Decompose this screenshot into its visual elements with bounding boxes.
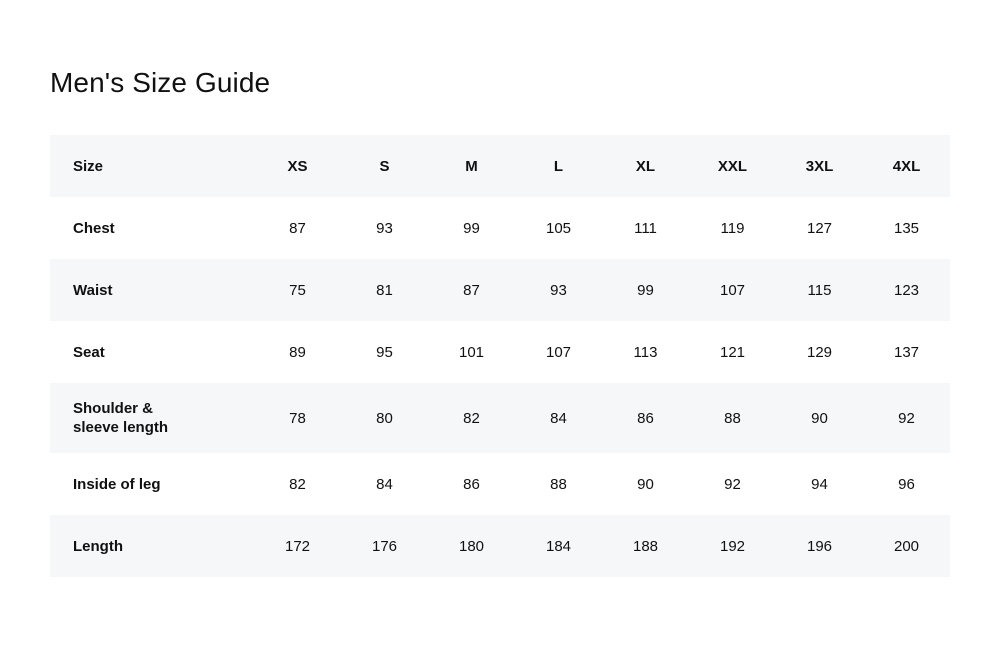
cell-waist-3xl: 115 — [776, 259, 863, 321]
cell-length-xs: 172 — [254, 515, 341, 577]
cell-seat-xl: 113 — [602, 321, 689, 383]
cell-length-xl: 188 — [602, 515, 689, 577]
table-row: Seat 89 95 101 107 113 121 129 137 — [50, 321, 950, 383]
table-head: Size XS S M L XL XXL 3XL 4XL — [50, 135, 950, 197]
cell-waist-xl: 99 — [602, 259, 689, 321]
header-cell-xl: XL — [602, 135, 689, 197]
cell-insideleg-xs: 82 — [254, 453, 341, 515]
page-title: Men's Size Guide — [50, 66, 271, 98]
row-label-length: Length — [50, 515, 254, 577]
size-guide-table-container: Size XS S M L XL XXL 3XL 4XL Chest 87 93… — [50, 135, 950, 577]
table-header-row: Size XS S M L XL XXL 3XL 4XL — [50, 135, 950, 197]
cell-chest-s: 93 — [341, 197, 428, 259]
cell-chest-xs: 87 — [254, 197, 341, 259]
row-label-line: Waist — [73, 281, 113, 299]
header-cell-3xl: 3XL — [776, 135, 863, 197]
row-label-line: Seat — [73, 343, 105, 361]
cell-length-3xl: 196 — [776, 515, 863, 577]
cell-seat-xs: 89 — [254, 321, 341, 383]
table-row: Inside of leg 82 84 86 88 90 92 94 96 — [50, 453, 950, 515]
cell-length-4xl: 200 — [863, 515, 950, 577]
cell-insideleg-3xl: 94 — [776, 453, 863, 515]
row-label-line: Inside of leg — [73, 475, 161, 493]
cell-insideleg-xl: 90 — [602, 453, 689, 515]
cell-waist-m: 87 — [428, 259, 515, 321]
header-cell-l: L — [515, 135, 602, 197]
cell-chest-l: 105 — [515, 197, 602, 259]
cell-insideleg-s: 84 — [341, 453, 428, 515]
cell-length-m: 180 — [428, 515, 515, 577]
row-label-inside-of-leg: Inside of leg — [50, 453, 254, 515]
cell-waist-xxl: 107 — [689, 259, 776, 321]
cell-waist-s: 81 — [341, 259, 428, 321]
cell-chest-3xl: 127 — [776, 197, 863, 259]
cell-shoulder-s: 80 — [341, 383, 428, 453]
cell-insideleg-4xl: 96 — [863, 453, 950, 515]
row-label-chest: Chest — [50, 197, 254, 259]
cell-shoulder-xl: 86 — [602, 383, 689, 453]
size-guide-page: Men's Size Guide Size XS S M L XL XXL 3X… — [0, 0, 1000, 667]
cell-shoulder-l: 84 — [515, 383, 602, 453]
row-label-shoulder-sleeve-length: Shoulder & sleeve length — [50, 383, 254, 453]
cell-insideleg-xxl: 92 — [689, 453, 776, 515]
cell-insideleg-m: 86 — [428, 453, 515, 515]
cell-shoulder-4xl: 92 — [863, 383, 950, 453]
cell-waist-l: 93 — [515, 259, 602, 321]
cell-seat-s: 95 — [341, 321, 428, 383]
cell-waist-4xl: 123 — [863, 259, 950, 321]
cell-seat-3xl: 129 — [776, 321, 863, 383]
table-row: Chest 87 93 99 105 111 119 127 135 — [50, 197, 950, 259]
cell-length-xxl: 192 — [689, 515, 776, 577]
cell-shoulder-3xl: 90 — [776, 383, 863, 453]
table-body: Chest 87 93 99 105 111 119 127 135 Waist… — [50, 197, 950, 577]
cell-chest-4xl: 135 — [863, 197, 950, 259]
cell-chest-m: 99 — [428, 197, 515, 259]
cell-shoulder-m: 82 — [428, 383, 515, 453]
cell-chest-xxl: 119 — [689, 197, 776, 259]
table-row: Shoulder & sleeve length 78 80 82 84 86 … — [50, 383, 950, 453]
cell-shoulder-xs: 78 — [254, 383, 341, 453]
row-label-line: Shoulder & — [73, 400, 154, 417]
size-guide-table: Size XS S M L XL XXL 3XL 4XL Chest 87 93… — [50, 135, 950, 577]
header-cell-4xl: 4XL — [863, 135, 950, 197]
cell-chest-xl: 111 — [602, 197, 689, 259]
cell-waist-xs: 75 — [254, 259, 341, 321]
table-row: Length 172 176 180 184 188 192 196 200 — [50, 515, 950, 577]
cell-shoulder-xxl: 88 — [689, 383, 776, 453]
header-cell-size: Size — [50, 135, 254, 197]
cell-seat-4xl: 137 — [863, 321, 950, 383]
header-cell-s: S — [341, 135, 428, 197]
header-cell-xs: XS — [254, 135, 341, 197]
cell-insideleg-l: 88 — [515, 453, 602, 515]
row-label-line: sleeve length — [73, 419, 169, 436]
row-label-waist: Waist — [50, 259, 254, 321]
cell-seat-m: 101 — [428, 321, 515, 383]
cell-length-l: 184 — [515, 515, 602, 577]
header-cell-m: M — [428, 135, 515, 197]
row-label-line: Length — [73, 537, 123, 555]
cell-length-s: 176 — [341, 515, 428, 577]
row-label-seat: Seat — [50, 321, 254, 383]
cell-seat-xxl: 121 — [689, 321, 776, 383]
header-cell-xxl: XXL — [689, 135, 776, 197]
row-label-line: Chest — [73, 219, 115, 237]
table-row: Waist 75 81 87 93 99 107 115 123 — [50, 259, 950, 321]
cell-seat-l: 107 — [515, 321, 602, 383]
